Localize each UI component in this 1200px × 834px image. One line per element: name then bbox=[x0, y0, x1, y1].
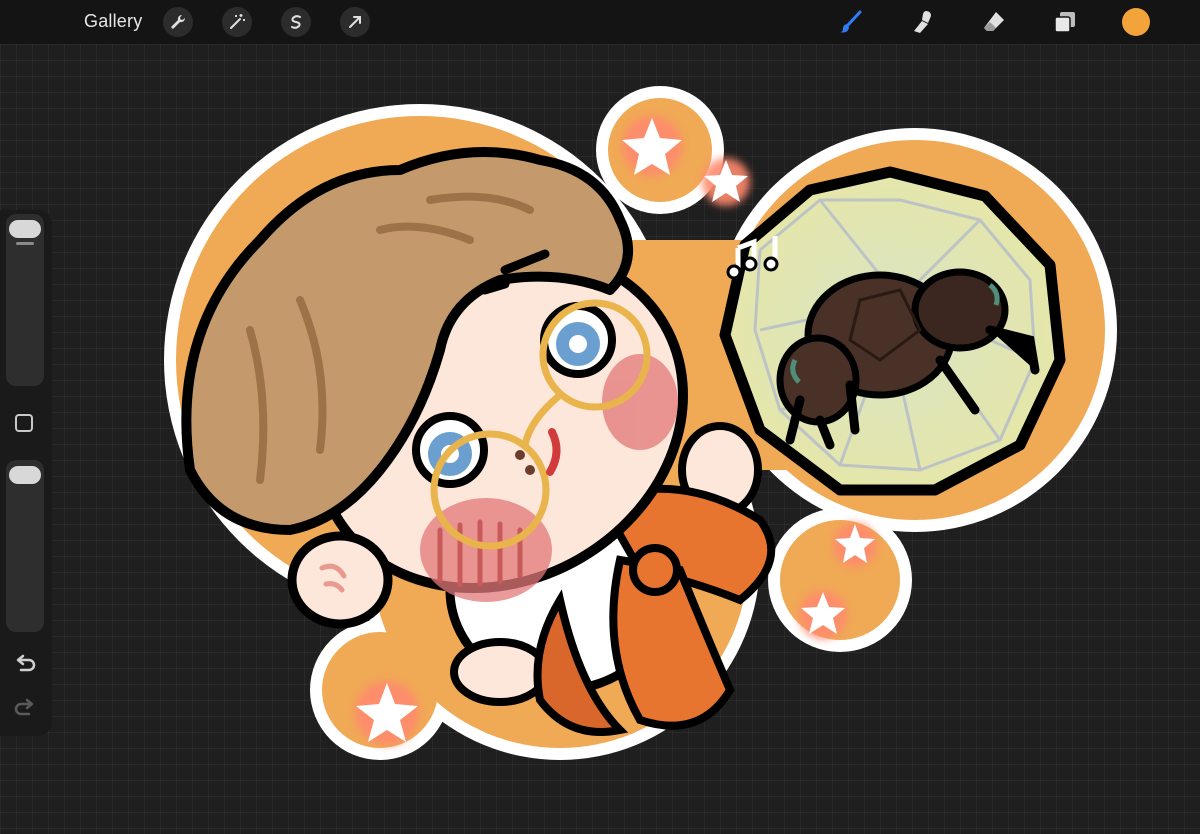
eraser-icon bbox=[984, 12, 1004, 31]
layers-tool[interactable] bbox=[1049, 6, 1081, 38]
brush-tool[interactable] bbox=[835, 6, 867, 38]
top-toolbar: Gallery bbox=[0, 0, 1200, 44]
opacity-slider[interactable] bbox=[6, 460, 44, 632]
slider-marker bbox=[16, 242, 34, 245]
smudge-icon bbox=[914, 11, 931, 33]
bubble-art bbox=[719, 166, 1066, 496]
magic-wand-icon bbox=[230, 14, 245, 29]
redo-button[interactable] bbox=[12, 698, 38, 720]
layers-icon bbox=[1054, 12, 1075, 33]
undo-button[interactable] bbox=[12, 654, 38, 676]
selection-icon bbox=[291, 15, 301, 29]
adjustments-button[interactable] bbox=[222, 7, 252, 37]
side-panel bbox=[0, 210, 52, 736]
transform-arrow-icon bbox=[349, 16, 361, 28]
transform-button[interactable] bbox=[340, 7, 370, 37]
smudge-tool[interactable] bbox=[907, 6, 939, 38]
eraser-tool[interactable] bbox=[978, 6, 1010, 38]
redo-icon bbox=[14, 698, 34, 716]
modify-button[interactable] bbox=[15, 414, 33, 432]
wrench-icon bbox=[171, 14, 186, 29]
brush-size-slider[interactable] bbox=[6, 214, 44, 386]
gallery-button[interactable]: Gallery bbox=[84, 11, 142, 32]
brush-icon bbox=[840, 10, 862, 33]
opacity-thumb[interactable] bbox=[9, 466, 41, 484]
color-picker[interactable] bbox=[1122, 8, 1150, 36]
selection-button[interactable] bbox=[281, 7, 311, 37]
actions-button[interactable] bbox=[163, 7, 193, 37]
brush-size-thumb[interactable] bbox=[9, 220, 41, 238]
undo-icon bbox=[16, 654, 36, 672]
artwork-canvas[interactable] bbox=[0, 0, 1200, 834]
